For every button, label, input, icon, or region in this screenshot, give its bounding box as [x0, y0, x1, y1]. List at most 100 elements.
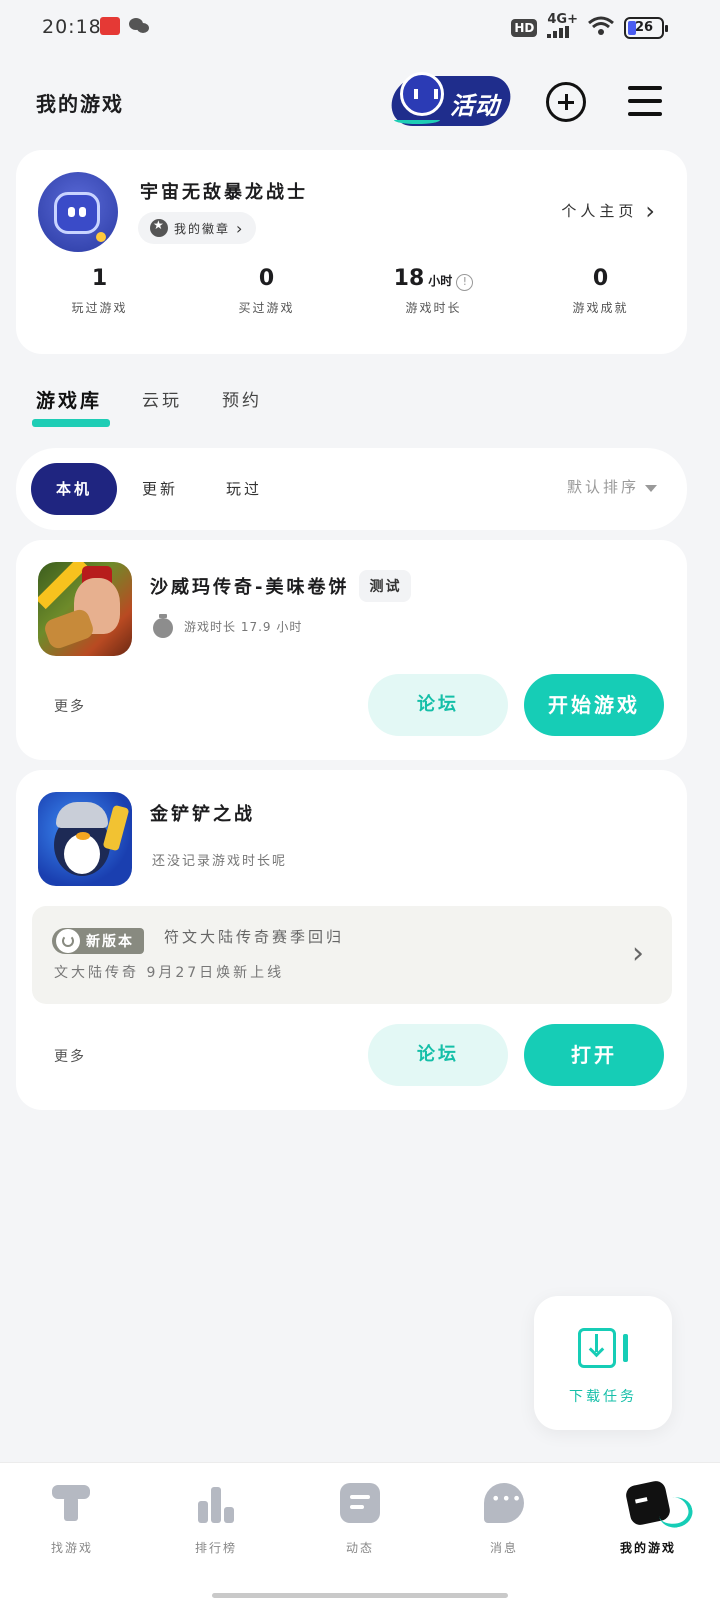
profile-stats: 1 玩过游戏 0 买过游戏 18 小时 ! 游戏时长 0 游戏成就: [16, 266, 687, 316]
network-type: 4G+: [547, 12, 578, 27]
nav-ranking[interactable]: 排行榜: [144, 1463, 288, 1605]
tab-reservations[interactable]: 预约: [222, 386, 262, 413]
open-game-button[interactable]: 打开: [524, 1024, 664, 1086]
game-playtime: 还没记录游戏时长呢: [152, 854, 288, 869]
info-icon[interactable]: !: [456, 274, 474, 291]
more-button[interactable]: 更多: [54, 1046, 86, 1066]
news-title: 符文大陆传奇赛季回归: [164, 928, 345, 946]
sort-dropdown[interactable]: 默认排序: [567, 476, 657, 497]
status-time: 20:18: [42, 16, 102, 38]
tab-label: 游戏库: [36, 390, 103, 412]
feed-icon: [340, 1483, 380, 1523]
stat-value: 0: [258, 266, 275, 291]
nav-label: 我的游戏: [619, 1541, 676, 1555]
new-version-label: 新版本: [86, 934, 134, 950]
mascot-icon: [400, 72, 444, 116]
my-badges-button[interactable]: 我的徽章 ›: [138, 212, 257, 244]
stat-achievements[interactable]: 0 游戏成就: [517, 266, 684, 316]
stat-label: 玩过游戏: [71, 301, 128, 315]
start-game-button[interactable]: 开始游戏: [524, 674, 664, 736]
medal-icon: [150, 218, 168, 237]
notification-app-icon: [100, 17, 120, 35]
download-icon: [578, 1328, 628, 1368]
stat-value: 0: [592, 266, 609, 291]
download-tasks-button[interactable]: 下载任务: [534, 1296, 672, 1430]
menu-icon[interactable]: [628, 86, 662, 116]
chevron-right-icon: ›: [632, 936, 644, 971]
avatar[interactable]: [38, 172, 118, 252]
status-bar: 20:18 HD 4G+ 26: [0, 0, 720, 56]
badge-label: 我的徽章: [174, 221, 231, 236]
game-card: 金铲铲之战 还没记录游戏时长呢 新版本 符文大陆传奇赛季回归 文大陆传奇 9月2…: [16, 770, 687, 1110]
activity-label: 活动: [450, 92, 500, 120]
find-games-icon: [52, 1483, 92, 1523]
update-news-banner[interactable]: 新版本 符文大陆传奇赛季回归 文大陆传奇 9月27日焕新上线 ›: [32, 906, 672, 1004]
more-button[interactable]: 更多: [54, 696, 86, 716]
forum-button[interactable]: 论坛: [368, 674, 508, 736]
bottom-navigation: 找游戏 排行榜 动态 消息 我的游戏: [0, 1462, 720, 1605]
new-version-tag: 新版本: [52, 928, 144, 954]
network-signal-icon: 4G+: [547, 12, 578, 41]
nav-feed[interactable]: 动态: [288, 1463, 432, 1605]
sort-label: 默认排序: [566, 478, 639, 496]
message-icon: [484, 1483, 524, 1523]
username: 宇宙无敌暴龙战士: [140, 182, 308, 203]
filter-chip-updates[interactable]: 更新: [142, 463, 178, 515]
chevron-right-icon: ›: [645, 196, 659, 225]
stat-label: 买过游戏: [238, 301, 295, 315]
activity-banner-button[interactable]: 活动: [387, 70, 522, 134]
filter-bar: 本机 更新 玩过 默认排序: [16, 448, 687, 530]
nav-label: 排行榜: [194, 1541, 237, 1555]
tab-label: 预约: [222, 391, 263, 411]
wechat-icon: [128, 17, 150, 35]
status-indicators: HD 4G+ 26: [511, 12, 668, 41]
library-tabs: 游戏库 云玩 预约: [32, 386, 262, 427]
profile-card: 宇宙无敌暴龙战士 我的徽章 › 个人主页 › 1 玩过游戏 0 买过游戏 18 …: [16, 150, 687, 354]
stat-games-played[interactable]: 1 玩过游戏: [16, 266, 183, 316]
page-title: 我的游戏: [36, 92, 124, 116]
stat-value: 18: [393, 266, 425, 291]
wifi-icon: [588, 16, 614, 40]
refresh-icon: [56, 929, 80, 953]
home-indicator[interactable]: [212, 1593, 508, 1598]
nav-label: 找游戏: [50, 1541, 93, 1555]
tab-game-library[interactable]: 游戏库: [32, 386, 110, 427]
game-icon-shawarma[interactable]: [38, 562, 132, 656]
add-game-button[interactable]: [546, 82, 586, 122]
stopwatch-icon: [152, 614, 174, 638]
stat-unit: 小时: [428, 274, 453, 288]
chevron-right-icon: ›: [236, 218, 245, 238]
personal-homepage-link[interactable]: 个人主页 ›: [561, 196, 659, 225]
caret-down-icon: [645, 484, 657, 492]
stat-label: 游戏时长: [405, 301, 462, 315]
nav-label: 动态: [345, 1541, 374, 1555]
stat-play-time[interactable]: 18 小时 ! 游戏时长: [350, 266, 517, 316]
stat-games-bought[interactable]: 0 买过游戏: [183, 266, 350, 316]
tab-cloud-play[interactable]: 云玩: [142, 386, 182, 413]
my-games-icon: [624, 1479, 672, 1527]
download-tasks-label: 下载任务: [569, 1389, 637, 1405]
game-card: 沙威玛传奇-美味卷饼 测试 游戏时长 17.9 小时 更多 论坛 开始游戏: [16, 540, 687, 760]
game-name[interactable]: 金铲铲之战: [150, 800, 255, 826]
test-tag: 测试: [359, 570, 412, 602]
homepage-label: 个人主页: [561, 202, 638, 220]
hd-badge: HD: [511, 18, 538, 37]
filter-chip-played[interactable]: 玩过: [226, 463, 262, 515]
news-subtitle: 文大陆传奇 9月27日焕新上线: [54, 965, 285, 981]
game-icon-penguin[interactable]: [38, 792, 132, 886]
active-tab-indicator: [32, 419, 110, 427]
game-name[interactable]: 沙威玛传奇-美味卷饼: [150, 573, 349, 599]
nav-messages[interactable]: 消息: [432, 1463, 576, 1605]
nav-label: 消息: [489, 1541, 518, 1555]
game-playtime: 游戏时长 17.9 小时: [184, 619, 303, 634]
stat-label: 游戏成就: [572, 301, 629, 315]
tab-label: 云玩: [142, 391, 183, 411]
filter-chip-local[interactable]: 本机: [31, 463, 117, 515]
nav-my-games[interactable]: 我的游戏: [576, 1463, 720, 1605]
forum-button[interactable]: 论坛: [368, 1024, 508, 1086]
stat-value: 1: [91, 266, 108, 291]
battery-icon: 26: [624, 16, 668, 39]
ranking-icon: [196, 1483, 236, 1523]
nav-find-games[interactable]: 找游戏: [0, 1463, 144, 1605]
battery-level: 26: [634, 19, 654, 35]
